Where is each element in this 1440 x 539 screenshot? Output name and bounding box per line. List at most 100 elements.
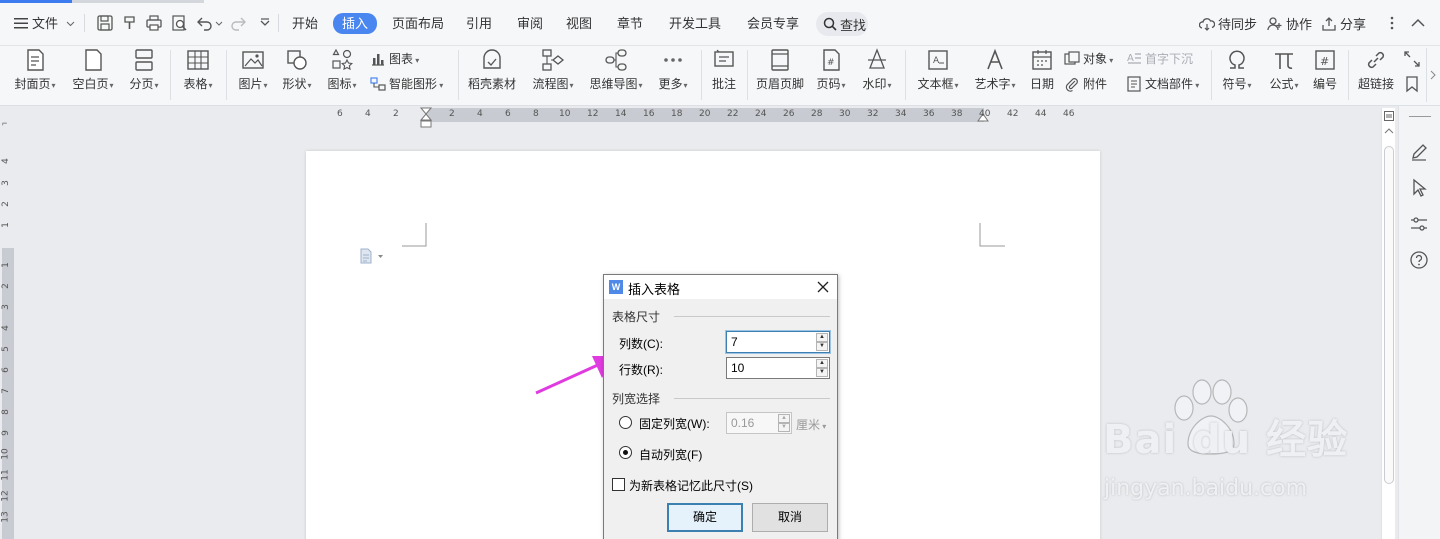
tab-review[interactable]: 审阅 [517,14,543,34]
symbol-button[interactable]: 符号▾ [1218,46,1256,106]
cover-page-button[interactable]: 封面页▾ [10,46,60,106]
mindmap-button[interactable]: 思维导图▾ [586,46,646,106]
tab-insert[interactable]: 插入 [333,13,378,34]
textbox-button[interactable]: A 文本框▾ [913,46,963,106]
rows-decrement[interactable]: ▼ [816,368,828,377]
save-icon[interactable] [96,14,114,32]
search-button[interactable]: 查找 [816,12,868,36]
header-footer-button[interactable]: 页眉页脚 [754,46,806,106]
columns-increment[interactable]: ▲ [816,333,828,342]
margin-corner-top-left [402,223,427,247]
fixed-width-decrement[interactable]: ▼ [778,423,790,432]
hyperlink-button[interactable]: 超链接 [1354,46,1398,106]
rows-input[interactable]: 10 ▲ ▼ [726,357,830,379]
sync-label: 待同步 [1218,17,1258,32]
print-icon[interactable] [145,14,163,32]
doc-part-button[interactable]: 文档部件 ▾ [1126,75,1199,92]
page-break-icon [135,49,153,71]
format-painter-icon[interactable] [121,14,139,32]
cancel-button[interactable]: 取消 [752,503,828,532]
smartart-icon [370,77,386,91]
scroll-up-icon[interactable] [1384,126,1394,136]
scrollbar-thumb[interactable] [1384,146,1394,484]
select-cursor-icon[interactable] [1409,178,1429,198]
wordart-icon [987,48,1003,70]
undo-icon[interactable] [196,14,214,32]
ruler-tick: 4 [365,109,371,119]
tab-chapter[interactable]: 章节 [617,14,643,34]
vruler-tick: 1 [0,222,11,228]
vruler-top-margin [2,150,14,248]
attachment-button[interactable]: 附件 [1064,75,1107,92]
tab-stop-selector[interactable]: ⌐ [2,118,7,128]
fixed-width-input[interactable]: 0.16 ▲ ▼ [726,412,792,434]
collab-button[interactable]: 协作 [1267,14,1312,33]
vertical-scrollbar[interactable] [1381,108,1395,539]
unit-select[interactable]: 厘米 ▾ [796,416,826,433]
numbering-button[interactable]: # 编号 [1309,46,1341,106]
collapse-ribbon-icon[interactable] [1409,14,1427,32]
tab-references[interactable]: 引用 [466,14,492,34]
object-button[interactable]: 对象 ▾ [1064,50,1113,67]
tab-member[interactable]: 会员专享 [747,14,799,34]
search-icon [823,17,837,31]
redo-icon[interactable] [229,14,247,32]
file-menu[interactable]: 文件 [14,14,75,34]
watermark-brand: Bai du 经验 [1103,417,1349,463]
adjust-sliders-icon[interactable] [1409,214,1429,234]
sync-button[interactable]: 待同步 [1198,14,1258,33]
blank-page-button[interactable]: 空白页▾ [68,46,118,106]
chart-button[interactable]: 图表 ▾ [370,50,419,67]
tab-view[interactable]: 视图 [566,14,592,34]
date-button[interactable]: 日期 [1026,46,1058,106]
columns-input[interactable]: 7 ▲ ▼ [726,331,830,353]
page-break-button[interactable]: 分页▾ [125,46,163,106]
icon-library-label: 图标 [327,77,352,91]
material-button[interactable]: 稻壳素材 [466,46,518,106]
bookmark-icon[interactable] [1403,75,1421,93]
doc-map-icon[interactable] [1384,111,1394,121]
columns-decrement[interactable]: ▼ [816,342,828,351]
vruler-tick: 6 [0,367,11,373]
chevron-down-icon[interactable] [215,21,223,27]
help-icon[interactable] [1409,250,1429,270]
comment-button[interactable]: 批注 [708,46,740,106]
table-button[interactable]: 表格▾ [179,46,217,106]
formula-button[interactable]: 公式▾ [1265,46,1303,106]
ruler-tick: 4 [477,109,483,119]
page-number-button[interactable]: # 页码▾ [812,46,850,106]
paragraph-layout-icon[interactable] [359,248,385,264]
dialog-titlebar[interactable]: W 插入表格 [604,275,837,299]
tab-page-layout[interactable]: 页面布局 [392,14,444,34]
icon-library-button[interactable]: 图标▾ [323,46,361,106]
fixed-width-radio[interactable] [619,416,632,429]
dropcap-button[interactable]: A 首字下沉 [1126,50,1193,67]
flowchart-button[interactable]: 流程图▾ [528,46,578,106]
rows-increment[interactable]: ▲ [816,359,828,368]
more-button[interactable]: 更多▾ [654,46,692,106]
share-button[interactable]: 分享 [1321,14,1366,33]
watermark-button[interactable]: 水印▾ [858,46,896,106]
edit-pen-icon[interactable] [1409,142,1429,162]
auto-width-radio[interactable] [619,446,632,459]
customize-quickbar-icon[interactable] [256,14,274,32]
smartart-button[interactable]: 智能图形 ▾ [370,75,443,92]
tab-developer[interactable]: 开发工具 [669,14,721,34]
chart-icon [372,54,384,66]
watermark-icon [868,48,886,69]
close-icon[interactable] [815,279,831,295]
more-vertical-icon[interactable] [1383,14,1401,32]
indent-marker-icon[interactable] [420,107,432,129]
remember-size-checkbox[interactable] [612,478,625,491]
date-label: 日期 [1029,77,1054,91]
shape-button[interactable]: 形状▾ [278,46,316,106]
ok-button[interactable]: 确定 [667,503,743,532]
ribbon-scroll[interactable] [1426,48,1438,102]
divider [84,14,85,32]
print-preview-icon[interactable] [170,14,188,32]
picture-button[interactable]: 图片▾ [234,46,272,106]
tab-home[interactable]: 开始 [292,14,318,34]
crossref-icon[interactable] [1403,50,1421,68]
fixed-width-increment[interactable]: ▲ [778,414,790,423]
wordart-button[interactable]: 艺术字▾ [970,46,1020,106]
